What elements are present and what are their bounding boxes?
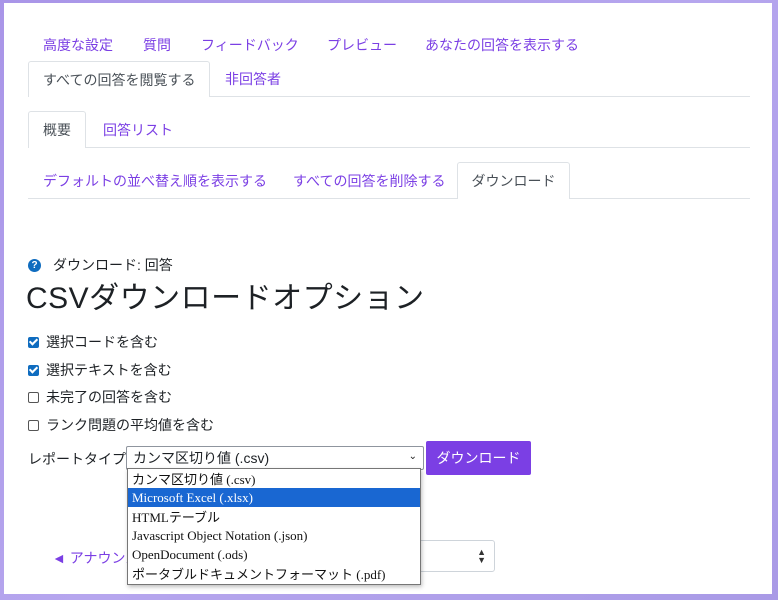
option-include-incomplete[interactable]: 未完了の回答を含む [28,387,172,407]
tabs-row-3: 概要 回答リスト [28,111,750,148]
tab-download[interactable]: ダウンロード [457,162,570,199]
tabs-row-2: すべての回答を閲覧する 非回答者 [28,61,750,97]
dropdown-option-csv[interactable]: カンマ区切り値 (.csv) [128,469,420,488]
checkbox-checked[interactable] [28,336,39,348]
tab-non-respondents[interactable]: 非回答者 [210,61,296,96]
tab-questions[interactable]: 質問 [128,27,186,61]
checkbox-unchecked[interactable] [28,419,39,431]
dropdown-option-html[interactable]: HTMLテーブル [128,507,420,526]
page-subtitle: ダウンロード: 回答 [53,257,173,273]
checkbox-checked[interactable] [28,364,39,376]
help-icon[interactable]: ? [28,258,41,272]
jump-to-select[interactable]: ▲ ▼ [417,540,495,572]
option-include-rank-average[interactable]: ランク問題の平均値を含む [28,415,214,435]
option-include-choice-codes[interactable]: 選択コードを含む [28,332,158,352]
tab-view-your-responses[interactable]: あなたの回答を表示する [410,27,594,61]
tab-view-all-responses[interactable]: すべての回答を閲覧する [28,61,211,97]
option-include-choice-text[interactable]: 選択テキストを含む [28,360,172,380]
dropdown-option-json[interactable]: Javascript Object Notation (.json) [128,526,420,545]
tab-summary[interactable]: 概要 [28,111,86,148]
option-label: ランク問題の平均値を含む [46,417,214,433]
dropdown-option-pdf[interactable]: ポータブルドキュメントフォーマット (.pdf) [128,564,420,583]
tab-feedback[interactable]: フィードバック [186,27,314,61]
updown-arrows-icon: ▲ ▼ [477,547,486,565]
tab-show-default-sort[interactable]: デフォルトの並べ替え順を表示する [28,162,282,198]
tab-preview[interactable]: プレビュー [312,27,412,61]
main-content-panel: 高度な設定 質問 フィードバック プレビュー あなたの回答を表示する すべての回… [4,3,772,594]
option-label: 選択テキストを含む [46,362,172,378]
report-type-dropdown-list[interactable]: カンマ区切り値 (.csv) Microsoft Excel (.xlsx) H… [127,468,421,585]
tab-advanced-settings[interactable]: 高度な設定 [28,27,128,61]
dropdown-option-ods[interactable]: OpenDocument (.ods) [128,545,420,564]
tabs-row-1: 高度な設定 質問 フィードバック プレビュー あなたの回答を表示する [28,27,750,61]
dropdown-option-xlsx[interactable]: Microsoft Excel (.xlsx) [128,488,420,507]
page-title: CSVダウンロードオプション [26,282,425,315]
chevron-down-icon: ⌄ [408,451,417,462]
announcement-link[interactable]: ◄ アナウンス [52,548,128,568]
report-type-label: レポートタイプ [28,451,126,467]
tab-delete-all-responses[interactable]: すべての回答を削除する [278,162,460,198]
download-button[interactable]: ダウンロード [426,441,531,475]
checkbox-unchecked[interactable] [28,391,39,403]
tab-response-list[interactable]: 回答リスト [88,111,188,147]
page-subtitle-row: ? ダウンロード: 回答 [28,255,173,275]
option-label: 選択コードを含む [46,334,158,350]
report-type-selected-value: カンマ区切り値 (.csv) [133,450,270,466]
option-label: 未完了の回答を含む [46,389,172,405]
report-type-select[interactable]: カンマ区切り値 (.csv) ⌄ [126,446,424,470]
tabs-row-4: デフォルトの並べ替え順を表示する すべての回答を削除する ダウンロード [28,162,750,199]
